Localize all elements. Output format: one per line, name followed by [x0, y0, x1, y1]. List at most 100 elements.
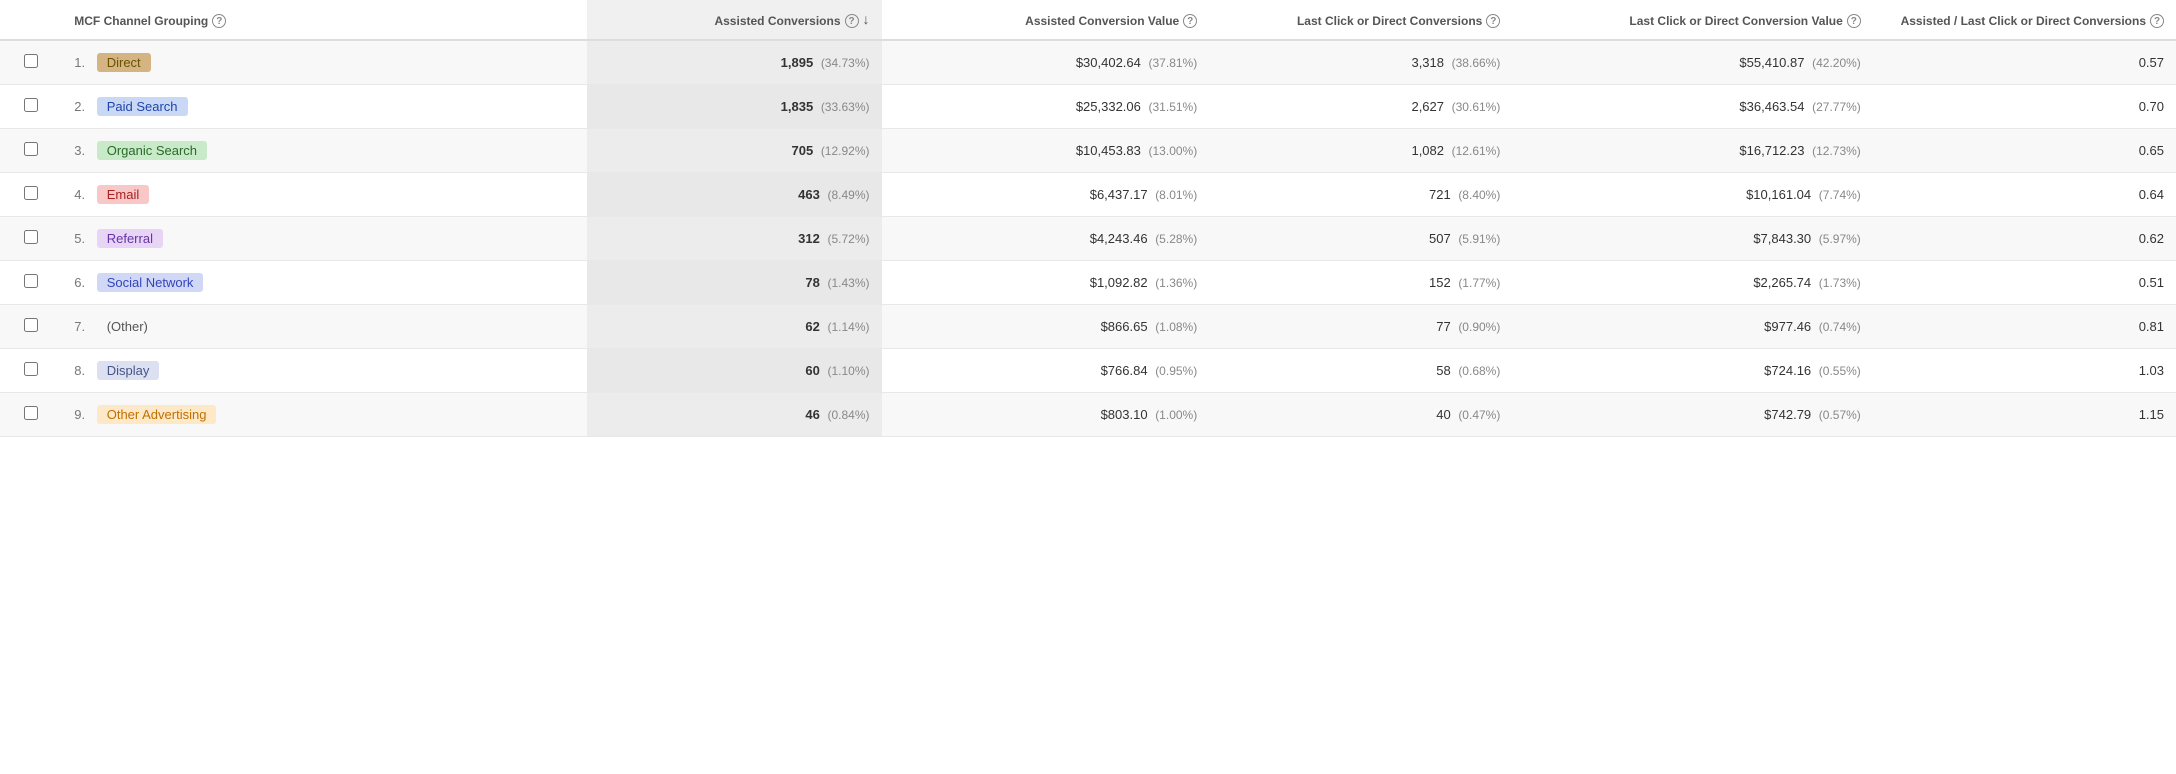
assisted-pct-4: (8.49%) — [827, 188, 869, 202]
lastclick-cell-3: 1,082 (12.61%) — [1209, 129, 1512, 173]
sort-arrow-icon[interactable]: ↓ — [863, 10, 870, 28]
channel-tag-2[interactable]: Paid Search — [97, 97, 188, 116]
lc-val-pct-6: (1.73%) — [1819, 276, 1861, 290]
assisted-main-9: 46 — [805, 407, 819, 422]
lastclick-pct-2: (30.61%) — [1452, 100, 1501, 114]
asst-val-pct-2: (31.51%) — [1149, 100, 1198, 114]
table-row: 2. Paid Search 1,835 (33.63%) $25,332.06… — [0, 85, 2176, 129]
asst-val-cell-1: $30,402.64 (37.81%) — [882, 40, 1210, 85]
row-checkbox-2[interactable] — [24, 98, 38, 112]
row-checkbox-7[interactable] — [24, 318, 38, 332]
row-checkbox-3[interactable] — [24, 142, 38, 156]
lc-val-main-1: $55,410.87 — [1739, 55, 1804, 70]
asst-val-cell-4: $6,437.17 (8.01%) — [882, 173, 1210, 217]
channel-tag-1[interactable]: Direct — [97, 53, 151, 72]
col-assisted-label: Assisted Conversions — [714, 14, 840, 30]
ratio-value-2: 0.70 — [2139, 99, 2164, 114]
col-header-channel: MCF Channel Grouping ? — [62, 0, 586, 40]
row-number-8: 8. — [74, 363, 85, 378]
lc-val-main-8: $724.16 — [1764, 363, 1811, 378]
col-assisted-val-help-icon[interactable]: ? — [1183, 14, 1197, 28]
asst-val-main-8: $766.84 — [1101, 363, 1148, 378]
lc-val-main-5: $7,843.30 — [1753, 231, 1811, 246]
col-assisted-val-label: Assisted Conversion Value — [1025, 14, 1179, 30]
analytics-table: MCF Channel Grouping ? Assisted Conversi… — [0, 0, 2176, 437]
lastclick-cell-8: 58 (0.68%) — [1209, 349, 1512, 393]
col-lastclick-label: Last Click or Direct Conversions — [1297, 14, 1482, 30]
assisted-cell-6: 78 (1.43%) — [587, 261, 882, 305]
lc-val-pct-4: (7.74%) — [1819, 188, 1861, 202]
asst-val-main-2: $25,332.06 — [1076, 99, 1141, 114]
col-header-assisted-val: Assisted Conversion Value ? — [882, 0, 1210, 40]
ratio-cell-4: 0.64 — [1873, 173, 2176, 217]
ratio-cell-2: 0.70 — [1873, 85, 2176, 129]
channel-tag-3[interactable]: Organic Search — [97, 141, 207, 160]
lc-val-pct-1: (42.20%) — [1812, 56, 1861, 70]
col-lastclick-help-icon[interactable]: ? — [1486, 14, 1500, 28]
lc-val-cell-8: $724.16 (0.55%) — [1512, 349, 1872, 393]
assisted-pct-7: (1.14%) — [827, 320, 869, 334]
row-checkbox-4[interactable] — [24, 186, 38, 200]
channel-tag-5[interactable]: Referral — [97, 229, 163, 248]
table-row: 3. Organic Search 705 (12.92%) $10,453.8… — [0, 129, 2176, 173]
lastclick-pct-9: (0.47%) — [1458, 408, 1500, 422]
lastclick-pct-6: (1.77%) — [1458, 276, 1500, 290]
assisted-pct-2: (33.63%) — [821, 100, 870, 114]
assisted-pct-6: (1.43%) — [827, 276, 869, 290]
lastclick-cell-6: 152 (1.77%) — [1209, 261, 1512, 305]
row-checkbox-cell-3 — [0, 129, 62, 173]
lastclick-pct-5: (5.91%) — [1458, 232, 1500, 246]
table-row: 8. Display 60 (1.10%) $766.84 (0.95%) 58… — [0, 349, 2176, 393]
row-checkbox-5[interactable] — [24, 230, 38, 244]
col-assisted-help-icon[interactable]: ? — [845, 14, 859, 28]
row-checkbox-9[interactable] — [24, 406, 38, 420]
asst-val-pct-3: (13.00%) — [1149, 144, 1198, 158]
row-number-5: 5. — [74, 231, 85, 246]
col-header-lastclick: Last Click or Direct Conversions ? — [1209, 0, 1512, 40]
channel-cell-7: 7. (Other) — [62, 305, 586, 349]
channel-tag-6[interactable]: Social Network — [97, 273, 204, 292]
asst-val-pct-8: (0.95%) — [1155, 364, 1197, 378]
channel-tag-7[interactable]: (Other) — [97, 317, 158, 336]
channel-cell-4: 4. Email — [62, 173, 586, 217]
asst-val-cell-7: $866.65 (1.08%) — [882, 305, 1210, 349]
row-checkbox-cell-5 — [0, 217, 62, 261]
lastclick-main-4: 721 — [1429, 187, 1451, 202]
asst-val-main-1: $30,402.64 — [1076, 55, 1141, 70]
channel-tag-8[interactable]: Display — [97, 361, 160, 380]
col-lastclick-val-help-icon[interactable]: ? — [1847, 14, 1861, 28]
asst-val-cell-2: $25,332.06 (31.51%) — [882, 85, 1210, 129]
row-checkbox-6[interactable] — [24, 274, 38, 288]
channel-cell-5: 5. Referral — [62, 217, 586, 261]
col-channel-help-icon[interactable]: ? — [212, 14, 226, 28]
ratio-value-9: 1.15 — [2139, 407, 2164, 422]
assisted-cell-7: 62 (1.14%) — [587, 305, 882, 349]
asst-val-main-9: $803.10 — [1101, 407, 1148, 422]
lastclick-cell-5: 507 (5.91%) — [1209, 217, 1512, 261]
assisted-main-8: 60 — [805, 363, 819, 378]
asst-val-cell-6: $1,092.82 (1.36%) — [882, 261, 1210, 305]
channel-cell-3: 3. Organic Search — [62, 129, 586, 173]
channel-tag-9[interactable]: Other Advertising — [97, 405, 217, 424]
col-ratio-help-icon[interactable]: ? — [2150, 14, 2164, 28]
row-checkbox-cell-7 — [0, 305, 62, 349]
asst-val-main-5: $4,243.46 — [1090, 231, 1148, 246]
row-checkbox-1[interactable] — [24, 54, 38, 68]
row-checkbox-cell-1 — [0, 40, 62, 85]
lc-val-cell-1: $55,410.87 (42.20%) — [1512, 40, 1872, 85]
row-number-7: 7. — [74, 319, 85, 334]
assisted-pct-3: (12.92%) — [821, 144, 870, 158]
row-checkbox-8[interactable] — [24, 362, 38, 376]
channel-tag-4[interactable]: Email — [97, 185, 150, 204]
ratio-cell-3: 0.65 — [1873, 129, 2176, 173]
lc-val-cell-3: $16,712.23 (12.73%) — [1512, 129, 1872, 173]
asst-val-pct-9: (1.00%) — [1155, 408, 1197, 422]
assisted-cell-4: 463 (8.49%) — [587, 173, 882, 217]
row-number-3: 3. — [74, 143, 85, 158]
lc-val-pct-5: (5.97%) — [1819, 232, 1861, 246]
lc-val-pct-2: (27.77%) — [1812, 100, 1861, 114]
asst-val-pct-4: (8.01%) — [1155, 188, 1197, 202]
ratio-cell-5: 0.62 — [1873, 217, 2176, 261]
row-checkbox-cell-9 — [0, 393, 62, 437]
ratio-cell-7: 0.81 — [1873, 305, 2176, 349]
